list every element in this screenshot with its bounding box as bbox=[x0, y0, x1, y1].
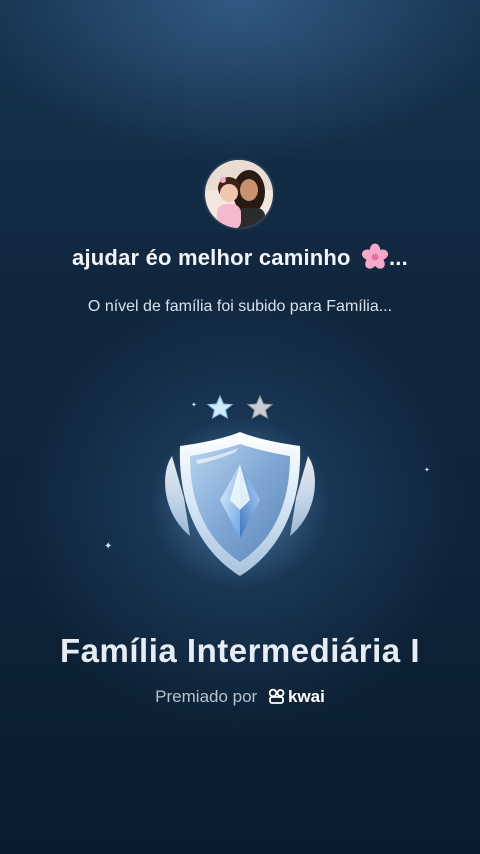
family-name-ellipsis: ... bbox=[389, 245, 408, 270]
awarded-by-label: Premiado por bbox=[155, 687, 258, 706]
brand: kwai bbox=[268, 687, 325, 707]
star-filled-icon bbox=[206, 394, 234, 420]
shield-diamond-badge-icon bbox=[150, 394, 330, 588]
sparkle-icon: ✦ bbox=[424, 467, 430, 474]
avatar-photo-icon bbox=[205, 160, 273, 228]
family-name-text: ajudar éo melhor caminho bbox=[72, 245, 351, 270]
avatar[interactable] bbox=[205, 160, 273, 228]
level-title: Família Intermediária I bbox=[60, 632, 420, 669]
awarded-by: Premiado por kwai bbox=[0, 687, 480, 707]
sparkle-icon: ✦ bbox=[104, 541, 113, 552]
level-up-message: O nível de família foi subido para Famíl… bbox=[87, 298, 393, 315]
flower-emoji-icon bbox=[361, 243, 389, 269]
kwai-logo-icon bbox=[268, 688, 285, 704]
star-empty-icon bbox=[246, 394, 274, 420]
level-up-screen: ajudar éo melhor caminho ... O nível de … bbox=[0, 0, 480, 854]
brand-name: kwai bbox=[287, 687, 325, 706]
family-name: ajudar éo melhor caminho ... bbox=[0, 243, 480, 271]
level-badge bbox=[150, 388, 330, 588]
